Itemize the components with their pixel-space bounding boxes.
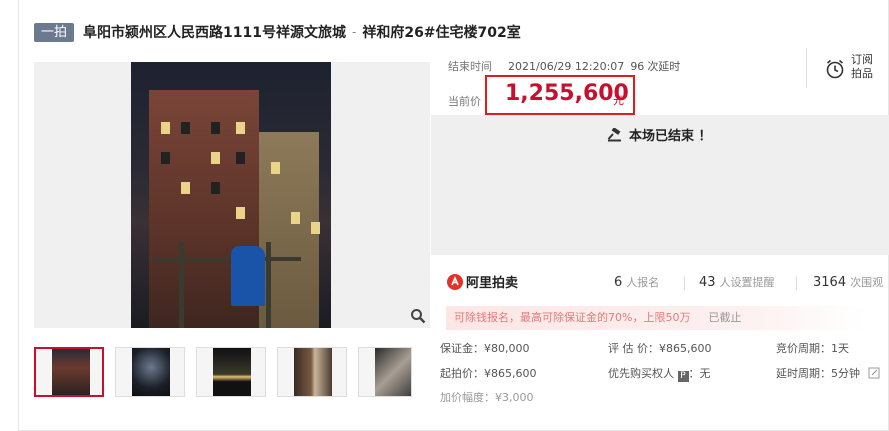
- views-stat: 3164 次围观: [813, 274, 883, 290]
- window: [211, 122, 220, 134]
- deposit-field: 保证金：¥80,000: [440, 340, 530, 356]
- title-separator: -: [351, 25, 357, 39]
- increment-field: 加价幅度：¥3,000: [440, 389, 534, 405]
- ali-auction-logo-icon: [447, 273, 463, 290]
- current-price-label: 当前价: [448, 95, 481, 108]
- signups-label: 人报名: [626, 276, 660, 289]
- fence-rail: [151, 257, 301, 261]
- window: [236, 152, 245, 164]
- extension-count: 96: [630, 60, 645, 73]
- alarm-clock-icon: [826, 59, 844, 79]
- priority-buyer-value: ：无: [688, 367, 711, 380]
- end-time-label: 结束时间: [448, 60, 492, 73]
- window: [236, 207, 245, 219]
- current-price: 1,255,600: [505, 81, 629, 106]
- end-time-row: 结束时间 2021/06/29 12:20:07 96 次延时: [448, 58, 680, 74]
- appraisal-text: 评 估 价：¥865,600: [608, 342, 712, 355]
- property-unit: 祥和府26#住宅楼702室: [362, 25, 521, 41]
- window: [161, 122, 170, 134]
- auction-info-top: 结束时间 2021/06/29 12:20:07 96 次延时 当前价 1,255,6…: [431, 48, 889, 115]
- appraisal-field: 评 估 价：¥865,600: [608, 340, 711, 356]
- signups-count: 6: [614, 275, 623, 290]
- auction-round-badge: 一拍: [34, 22, 75, 42]
- extension-label: 次延时: [647, 60, 681, 73]
- zoom-icon[interactable]: [410, 308, 426, 324]
- fence-post: [266, 242, 271, 328]
- deposit-text: 保证金：¥80,000: [440, 342, 530, 355]
- edit-pencil-icon[interactable]: [868, 367, 880, 379]
- thumbnail-5[interactable]: [358, 347, 412, 397]
- auction-hammer-icon: [607, 127, 621, 141]
- window: [161, 152, 170, 164]
- auction-status-area: 本场已结束 ！: [431, 115, 889, 255]
- bid-cycle-text: 竞价周期：1天: [776, 342, 849, 355]
- priority-buyer-field: 优先购买权人 P ：无: [608, 365, 711, 382]
- property-title: 阜阳市颍州区人民西路1111号祥源文旅城: [83, 25, 346, 41]
- window: [271, 162, 280, 174]
- priority-info-icon[interactable]: P: [677, 371, 689, 382]
- increment-text: 加价幅度：¥3,000: [440, 391, 534, 404]
- window: [236, 122, 245, 134]
- ali-auction-logo: 阿里拍卖: [447, 272, 518, 291]
- blue-tarp: [231, 246, 265, 306]
- title-row: 一拍 阜阳市颍州区人民西路1111号祥源文旅城 - 祥和府26#住宅楼702室: [34, 22, 521, 42]
- start-price-field: 起拍价：¥865,600: [440, 365, 537, 381]
- currency-unit: 元: [613, 94, 624, 107]
- delay-cycle-field: 延时周期：5分钟: [776, 365, 880, 381]
- views-label: 次围观: [850, 276, 884, 289]
- stats-row: 阿里拍卖 6 人报名 43 人设置提醒 3164 次围观: [431, 268, 889, 298]
- window: [211, 182, 220, 194]
- thumbnail-3[interactable]: [196, 347, 266, 397]
- bid-cycle-field: 竞价周期：1天: [776, 340, 849, 356]
- subscribe-line-2: 拍品: [851, 67, 873, 80]
- window: [211, 152, 220, 164]
- thumbnail-4[interactable]: [277, 347, 347, 397]
- main-image-viewer[interactable]: [34, 62, 430, 328]
- brand-name: 阿里拍卖: [466, 276, 519, 291]
- divider: [796, 276, 797, 290]
- notice-text: 可除钱报名，最高可除保证金的70%，上限50万: [454, 311, 691, 324]
- ended-text: 本场已结束 ！: [629, 129, 712, 144]
- reminders-stat: 43 人设置提醒: [699, 274, 775, 290]
- deposit-loan-notice[interactable]: 可除钱报名，最高可除保证金的70%，上限50万 已截止: [446, 306, 866, 330]
- views-count: 3164: [813, 275, 847, 290]
- reminders-label: 人设置提醒: [719, 276, 775, 289]
- end-time-value: 2021/06/29 12:20:07: [508, 60, 625, 73]
- start-price-text: 起拍价：¥865,600: [440, 367, 537, 380]
- main-photo: [131, 62, 331, 328]
- subscribe-line-1: 订阅: [851, 53, 873, 66]
- subscribe-label: 订阅 拍品: [851, 53, 873, 81]
- window: [181, 182, 190, 194]
- signups-stat: 6 人报名: [614, 274, 659, 290]
- notice-status: 已截止: [708, 311, 742, 324]
- thumbnail-strip: [34, 347, 412, 397]
- window: [291, 212, 300, 224]
- priority-buyer-label: 优先购买权人: [608, 367, 674, 380]
- reminders-count: 43: [699, 275, 716, 290]
- window: [181, 122, 190, 134]
- divider: [684, 276, 685, 290]
- auction-ended-message: 本场已结束 ！: [607, 125, 712, 144]
- subscribe-button[interactable]: 订阅 拍品: [806, 48, 889, 88]
- window: [311, 222, 320, 234]
- fence-post: [179, 242, 184, 328]
- thumbnail-1[interactable]: [34, 347, 104, 397]
- delay-cycle-text: 延时周期：5分钟: [776, 367, 860, 380]
- thumbnail-2[interactable]: [115, 347, 185, 397]
